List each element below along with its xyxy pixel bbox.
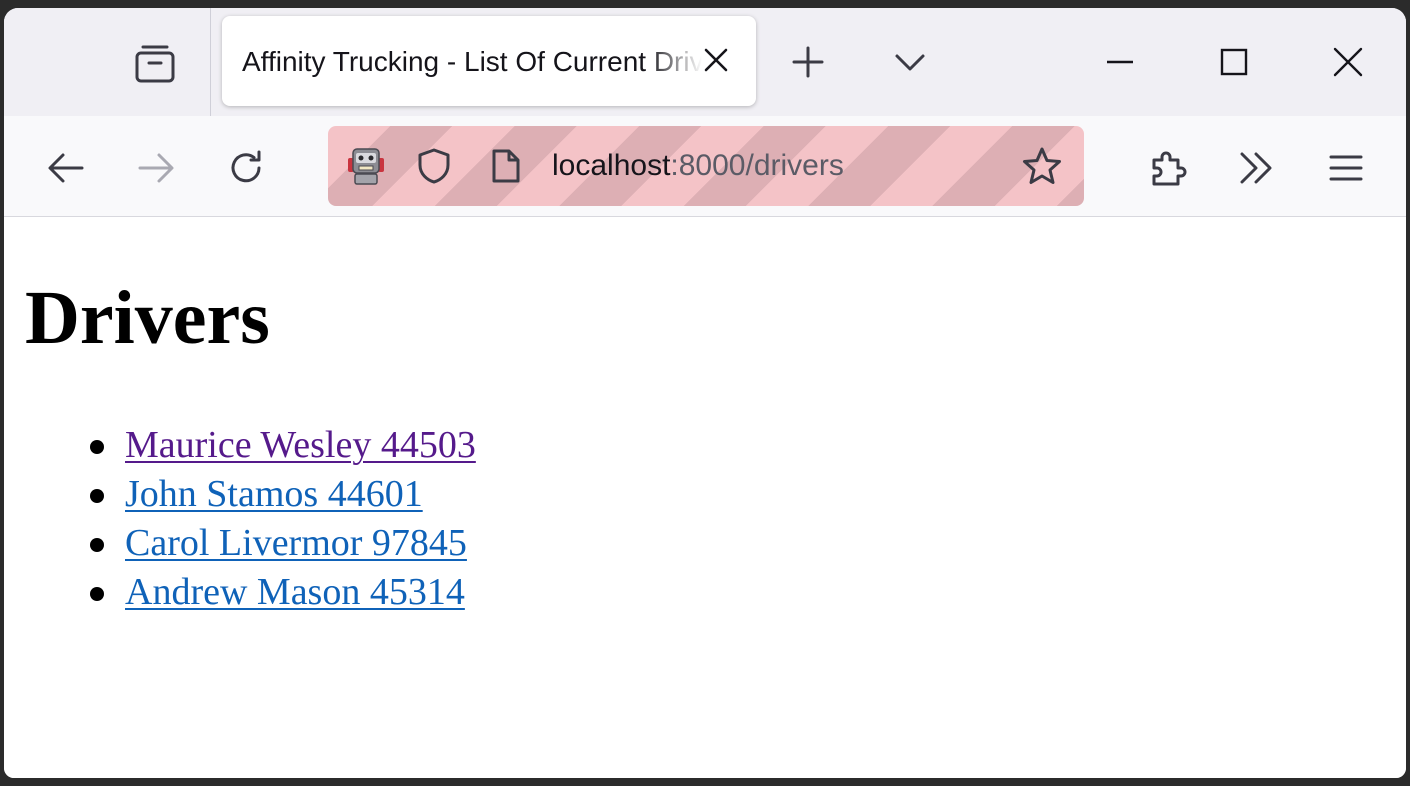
back-button[interactable] [44,146,88,190]
driver-link[interactable]: John Stamos 44601 [125,473,423,515]
url-host: localhost [552,149,671,182]
hamburger-menu-icon [1329,155,1363,181]
url-path: :8000/drivers [670,149,844,182]
driver-link[interactable]: Andrew Mason 45314 [125,571,465,613]
tab-manager-icon [135,45,175,83]
list-item: John Stamos 44601 [88,470,476,519]
tab-close-button[interactable] [696,40,736,80]
driver-link[interactable]: Maurice Wesley 44503 [125,424,476,466]
tab-strip: Affinity Trucking - List Of Current Driv… [4,8,1406,116]
driver-link[interactable]: Carol Livermor 97845 [125,522,467,564]
bullet [90,587,104,601]
tab-manager-button[interactable] [128,38,182,88]
tracking-protection-button[interactable] [414,146,454,186]
tab-title: Affinity Trucking - List Of Current Driv… [242,46,702,77]
list-item: Carol Livermor 97845 [88,519,476,568]
reload-icon [231,150,261,183]
app-menu-button[interactable] [1324,146,1368,190]
page-icon [492,149,520,183]
list-item: Andrew Mason 45314 [88,568,476,617]
list-all-tabs-button[interactable] [888,40,932,84]
shield-icon [418,148,450,184]
list-item: Maurice Wesley 44503 [88,421,476,470]
address-bar[interactable]: localhost:8000/drivers [328,126,1084,206]
close-icon [704,48,728,72]
puzzle-piece-icon [1152,151,1187,186]
page-title: Drivers [25,276,270,360]
more-tools-button[interactable] [1234,146,1278,190]
site-info-button[interactable] [486,146,526,186]
bookmark-star-button[interactable] [1020,144,1064,188]
url-text: localhost:8000/drivers [552,146,844,186]
minimize-button[interactable] [1096,38,1144,86]
maximize-icon [1220,48,1248,76]
close-icon [1333,47,1363,77]
double-chevron-right-icon [1240,152,1272,184]
reload-button[interactable] [224,146,268,190]
navigation-toolbar: localhost:8000/drivers [4,116,1406,217]
bullet [90,538,104,552]
chevron-down-icon [895,54,925,71]
page-content: Drivers Maurice Wesley 44503 John Stamos… [4,217,1406,778]
minimize-icon [1107,60,1133,64]
tab-separator [210,8,211,116]
back-arrow-icon [48,153,84,183]
private-browsing-robot-icon [348,148,384,185]
active-tab[interactable]: Affinity Trucking - List Of Current Driv… [222,16,756,106]
forward-arrow-icon [138,153,174,183]
forward-button[interactable] [134,146,178,190]
window-close-button[interactable] [1324,38,1372,86]
browser-window: Affinity Trucking - List Of Current Driv… [4,8,1406,778]
plus-icon [792,46,824,78]
extensions-button[interactable] [1146,146,1190,190]
star-icon [1023,147,1061,184]
new-tab-button[interactable] [786,40,830,84]
maximize-button[interactable] [1210,38,1258,86]
bullet [90,489,104,503]
driver-list: Maurice Wesley 44503 John Stamos 44601 C… [88,421,476,617]
bullet [90,440,104,454]
